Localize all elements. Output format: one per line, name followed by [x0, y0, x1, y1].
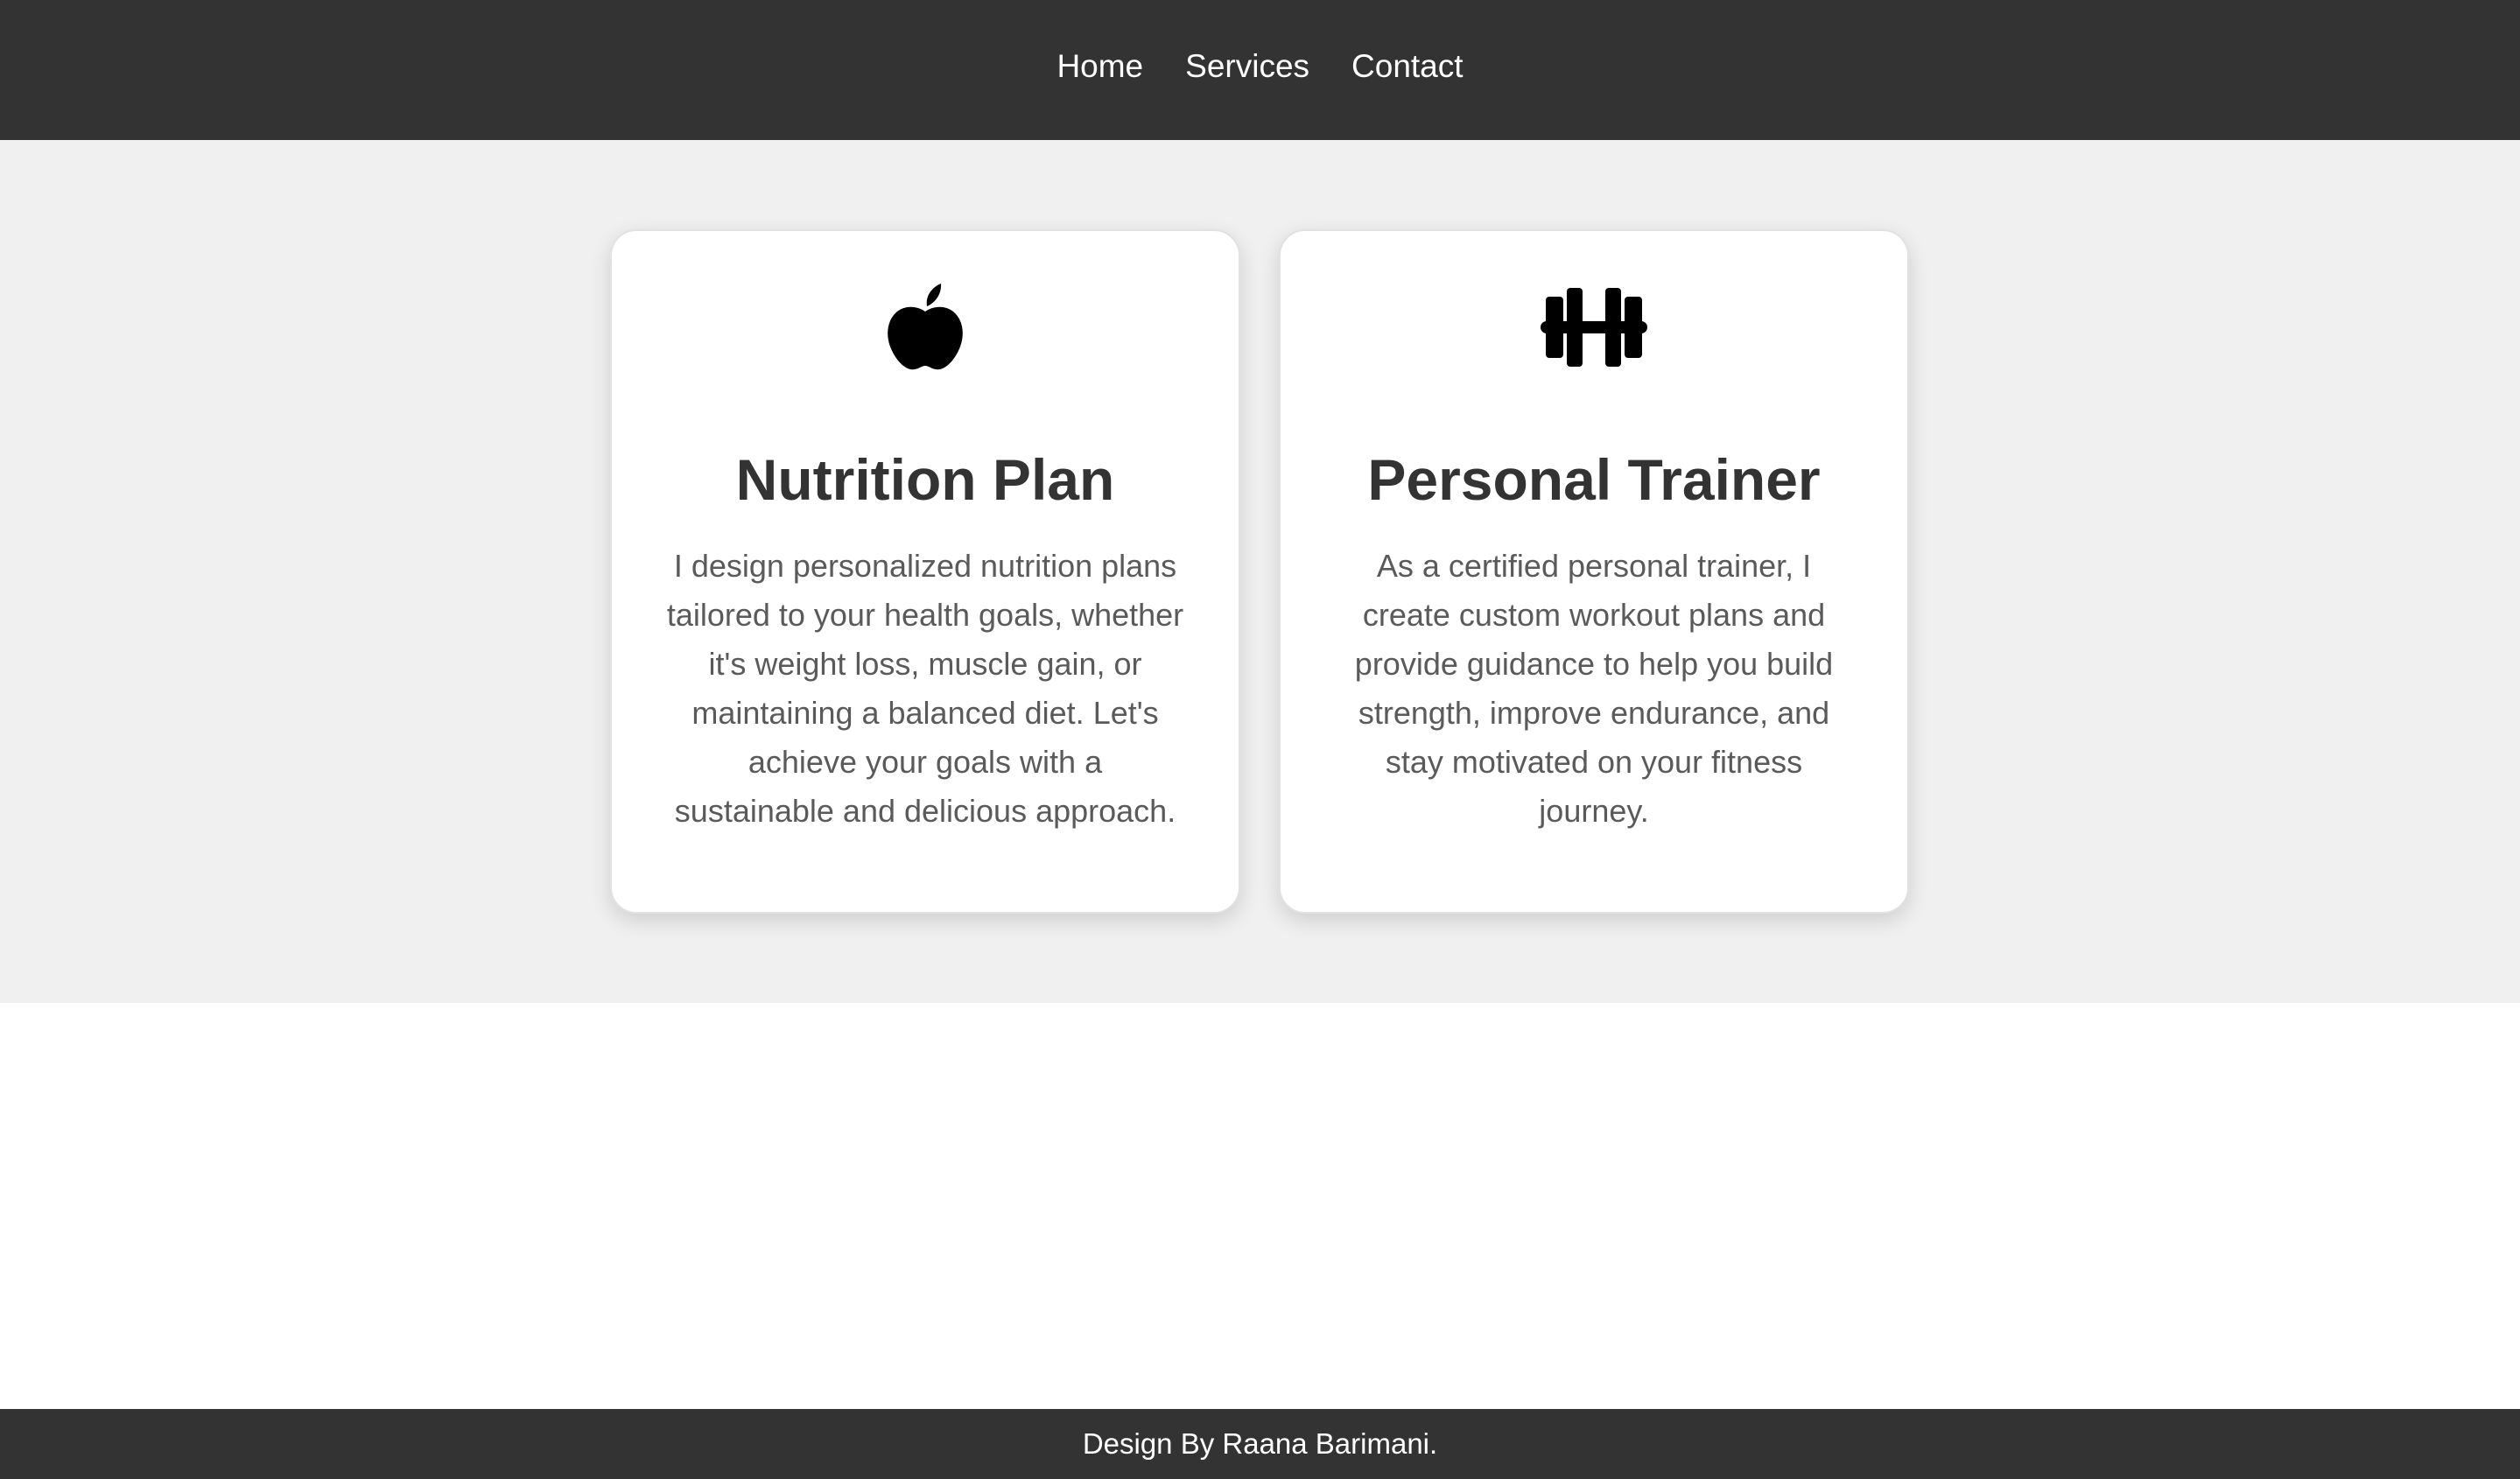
card-title-trainer: Personal Trainer [1367, 447, 1821, 512]
nav-link-home[interactable]: Home [1056, 50, 1143, 82]
apple-icon [612, 282, 1239, 373]
top-navigation: Home Services Contact [0, 0, 2520, 140]
nav-link-contact[interactable]: Contact [1351, 50, 1464, 82]
dumbbell-icon [1281, 282, 1907, 373]
service-card-nutrition: Nutrition Plan I design personalized nut… [610, 229, 1240, 914]
footer-credit: Design By Raana Barimani. [1082, 1427, 1438, 1460]
card-description-trainer: As a certified personal trainer, I creat… [1354, 548, 1834, 829]
card-description-nutrition: I design personalized nutrition plans ta… [666, 548, 1184, 829]
footer: Design By Raana Barimani. [0, 1409, 2520, 1479]
nav-link-services[interactable]: Services [1185, 50, 1309, 82]
services-section: Nutrition Plan I design personalized nut… [0, 140, 2520, 1003]
service-card-trainer: Personal Trainer As a certified personal… [1279, 229, 1909, 914]
card-title-nutrition: Nutrition Plan [735, 447, 1115, 512]
